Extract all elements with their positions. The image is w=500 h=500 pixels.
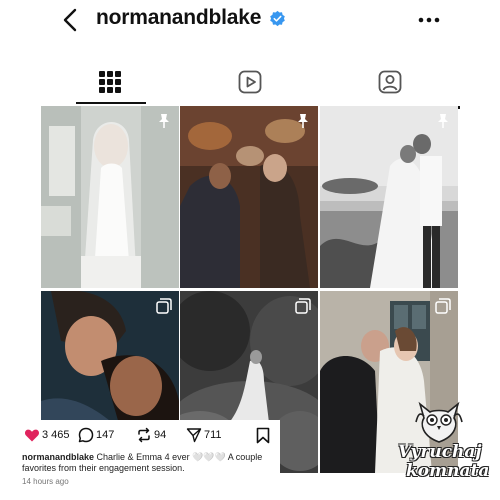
comment-button[interactable]: 147	[78, 426, 124, 446]
pin-icon	[438, 114, 448, 128]
watermark: Vyruchaj komnata	[396, 398, 492, 490]
post-caption: normanandblake Charlie & Emma 4 ever 🤍🤍🤍…	[22, 452, 278, 474]
post-image	[320, 106, 458, 288]
carousel-icon	[435, 298, 451, 314]
carousel-icon	[295, 298, 311, 314]
profile-header: normanandblake	[0, 0, 500, 44]
active-tab-indicator	[76, 102, 146, 104]
repost-button[interactable]: 94	[136, 426, 180, 446]
watermark-line1: Vyruchaj	[398, 442, 482, 462]
share-count: 711	[204, 429, 222, 441]
caption-username[interactable]: normanandblake	[22, 452, 94, 462]
grid-icon	[99, 71, 121, 93]
repost-icon	[138, 427, 150, 443]
owl-logo-icon	[415, 401, 463, 443]
tab-grid[interactable]	[40, 60, 180, 106]
grid-post[interactable]	[41, 106, 179, 288]
tab-tagged[interactable]	[320, 60, 460, 106]
share-button[interactable]: 711	[186, 426, 232, 446]
like-button[interactable]: 3 465	[24, 426, 74, 446]
chevron-left-icon[interactable]	[58, 6, 86, 34]
pin-icon	[159, 114, 169, 128]
grid-post[interactable]	[320, 106, 458, 288]
bookmark-icon[interactable]	[255, 427, 271, 444]
post-image	[41, 106, 179, 288]
profile-username: normanandblake	[96, 6, 262, 29]
repost-count: 94	[154, 429, 167, 441]
send-icon	[186, 428, 202, 443]
carousel-icon	[156, 298, 172, 314]
like-count: 3 465	[42, 429, 70, 441]
reels-icon	[238, 70, 262, 94]
pin-icon	[298, 114, 308, 128]
comment-count: 147	[96, 429, 115, 441]
comment-icon	[78, 427, 94, 443]
post-image	[180, 106, 318, 288]
more-horizontal-icon[interactable]	[416, 10, 442, 30]
post-actions: 3 465 147 94 711	[24, 426, 274, 446]
profile-tabs	[40, 60, 460, 106]
verified-badge-icon	[270, 10, 285, 27]
tagged-user-icon	[378, 70, 402, 94]
heart-icon	[24, 429, 40, 442]
tab-reels[interactable]	[180, 60, 320, 106]
post-timestamp: 14 hours ago	[22, 477, 69, 486]
grid-post[interactable]	[180, 106, 318, 288]
watermark-line2: komnata	[406, 461, 490, 481]
